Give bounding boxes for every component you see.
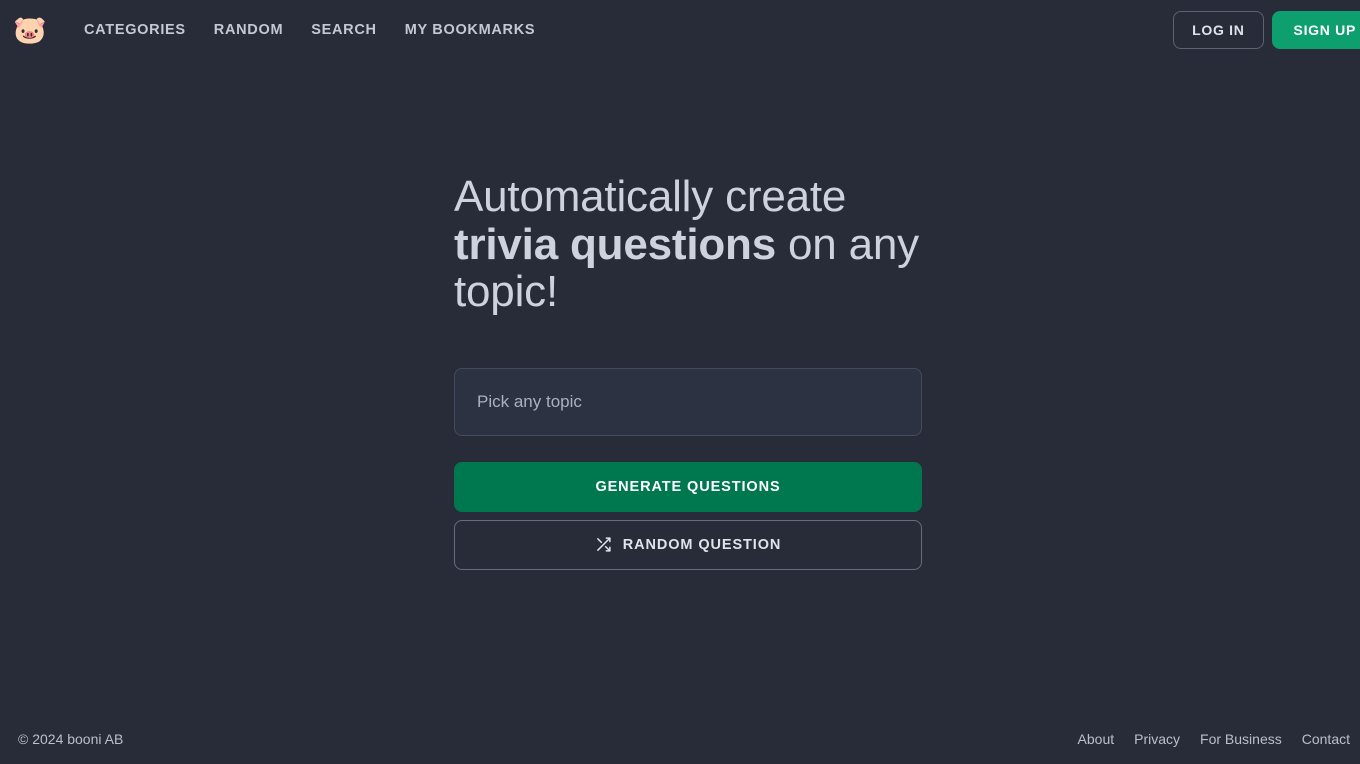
hero-section: Automatically create trivia questions on… [454,173,922,570]
page-title: Automatically create trivia questions on… [454,173,922,316]
shuffle-icon [595,536,612,553]
generate-questions-button[interactable]: Generate questions [454,462,922,512]
footer-link-contact[interactable]: Contact [1302,731,1350,747]
copyright-text: © 2024 booni AB [18,731,123,747]
page-root: 🐷 Categories Random Search My Bookmarks … [0,0,1360,764]
topic-input[interactable] [454,368,922,436]
footer-link-about[interactable]: About [1078,731,1115,747]
random-question-label: Random question [623,537,782,553]
site-footer: © 2024 booni AB About Privacy For Busine… [0,714,1360,764]
pig-face-icon[interactable]: 🐷 [14,14,46,46]
nav-item-my-bookmarks[interactable]: My Bookmarks [391,16,550,44]
log-in-button[interactable]: Log in [1173,11,1263,49]
headline-text-emphasis: trivia questions [454,220,776,269]
nav-item-random[interactable]: Random [200,16,297,44]
header-actions: Log in Sign up [1173,0,1360,60]
footer-link-privacy[interactable]: Privacy [1134,731,1180,747]
site-header: 🐷 Categories Random Search My Bookmarks … [0,0,1360,60]
nav-item-search[interactable]: Search [297,16,390,44]
headline-text-lead: Automatically create [454,172,846,221]
footer-link-for-business[interactable]: For Business [1200,731,1282,747]
main-content: Automatically create trivia questions on… [0,60,1360,714]
sign-up-button[interactable]: Sign up [1272,11,1360,49]
footer-links: About Privacy For Business Contact [1078,731,1350,747]
main-navigation: Categories Random Search My Bookmarks [70,16,549,44]
random-question-button[interactable]: Random question [454,520,922,570]
nav-item-categories[interactable]: Categories [70,16,200,44]
